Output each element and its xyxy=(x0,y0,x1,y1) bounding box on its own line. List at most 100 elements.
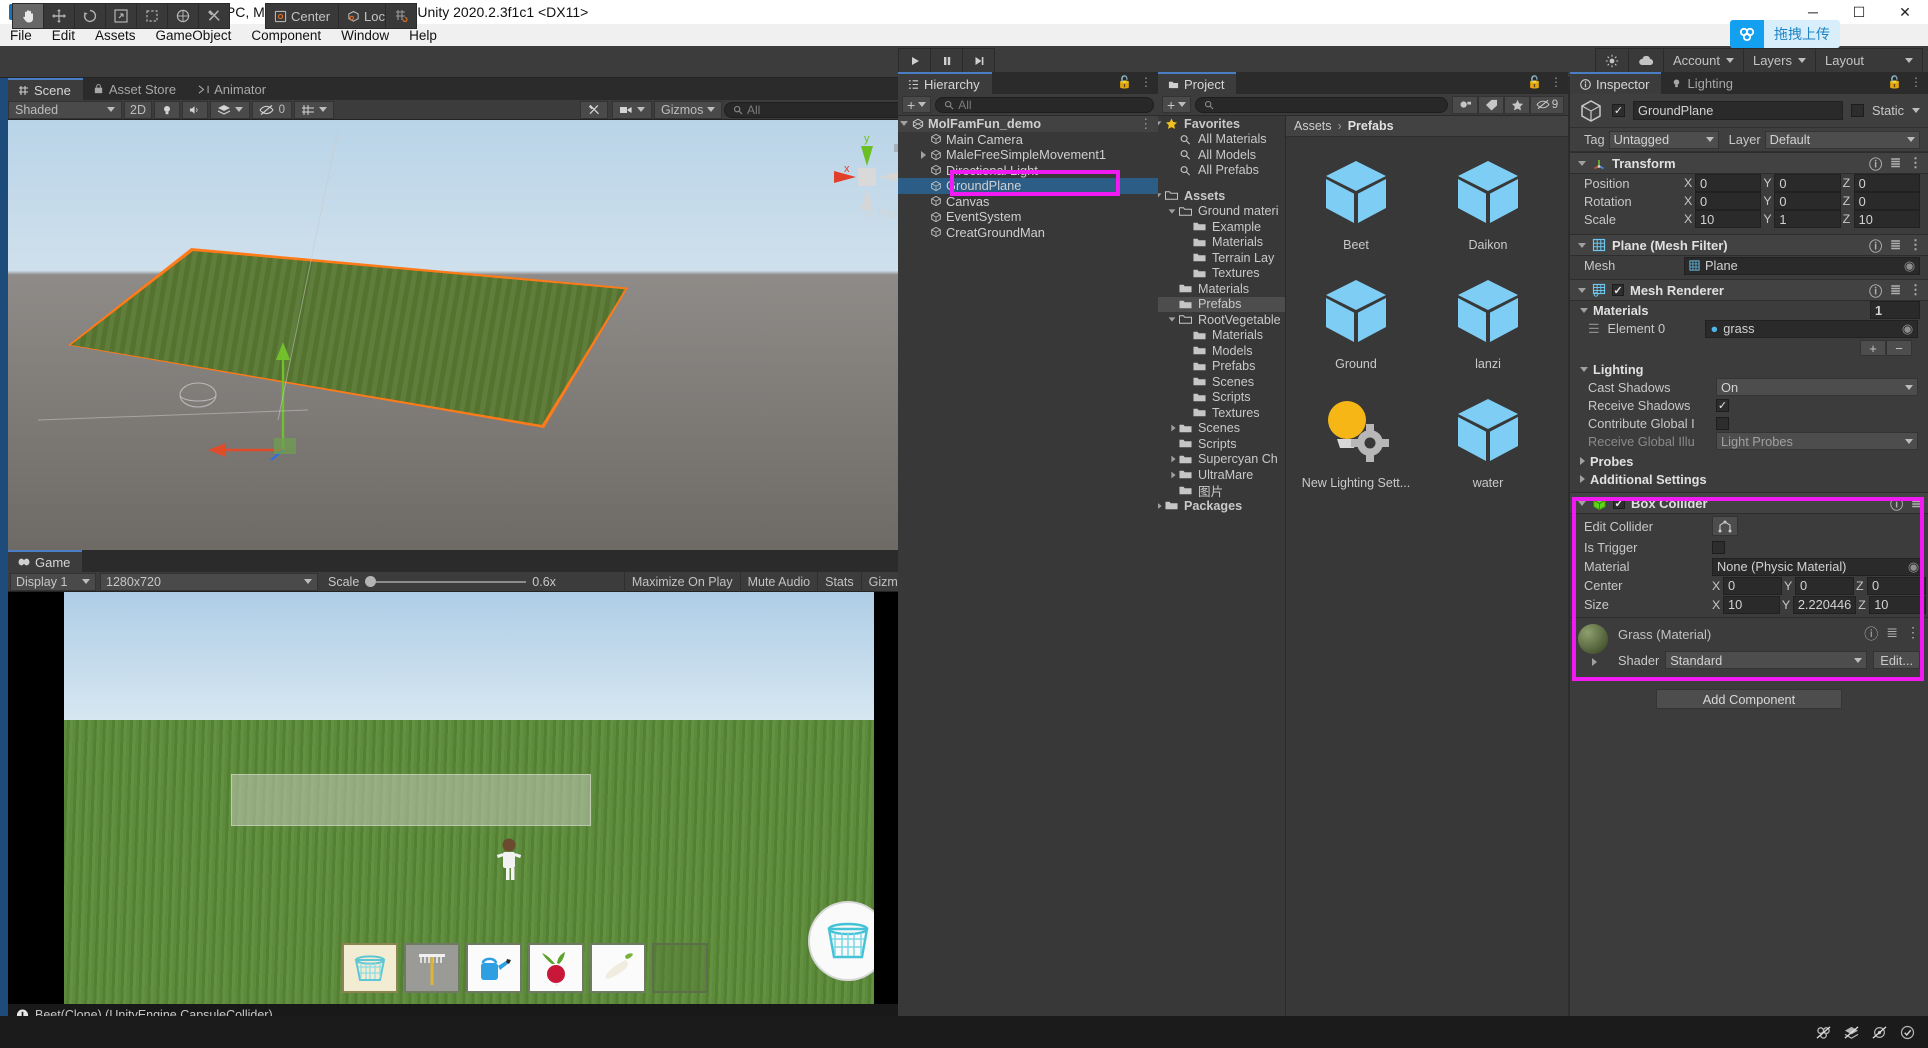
size-x-input[interactable]: 10 xyxy=(1723,595,1780,614)
center-x-input[interactable]: 0 xyxy=(1723,576,1782,595)
scene-hidden-objects-toggle[interactable]: 0 xyxy=(252,100,292,119)
chevron-right-icon[interactable] xyxy=(1580,475,1585,483)
pause-button[interactable] xyxy=(930,48,963,73)
scale-slider[interactable] xyxy=(365,576,527,587)
project-tree-item-supercyan-ch[interactable]: Supercyan Ch xyxy=(1158,452,1285,468)
project-tree-item-图片[interactable]: 图片 xyxy=(1158,483,1285,499)
add-component-button[interactable]: Add Component xyxy=(1656,689,1842,709)
layout-button[interactable]: Layout xyxy=(1815,48,1923,73)
chevron-right-icon[interactable] xyxy=(1158,502,1162,510)
inspector-lock-icon[interactable]: 🔓 xyxy=(1887,75,1902,89)
check-circle-icon[interactable] xyxy=(1894,1021,1920,1043)
chevron-right-icon[interactable] xyxy=(1580,457,1585,465)
position-y-input[interactable]: 0 xyxy=(1774,174,1841,192)
project-tree-item-all-models[interactable]: All Models xyxy=(1158,147,1285,163)
object-name-input[interactable]: GroundPlane xyxy=(1633,101,1843,120)
transform-tool-icon[interactable] xyxy=(167,3,199,29)
hotbar-slot-beet[interactable] xyxy=(528,943,584,993)
rotation-y-input[interactable]: 0 xyxy=(1774,192,1841,210)
project-tree-item-assets[interactable]: Assets xyxy=(1158,188,1285,204)
preset-icon[interactable]: ≣ xyxy=(1890,155,1901,171)
asset-item-ground[interactable]: Ground xyxy=(1290,266,1422,385)
component-menu-icon[interactable]: ⋮ xyxy=(1906,624,1920,644)
mute-audio-button[interactable]: Mute Audio xyxy=(739,571,818,592)
project-tree-item-all-materials[interactable]: All Materials xyxy=(1158,132,1285,148)
project-tree-item-rootvegetable[interactable]: RootVegetable xyxy=(1158,312,1285,328)
hierarchy-item-malefreesimplemovement1[interactable]: MaleFreeSimpleMovement1 xyxy=(898,147,1158,163)
tab-scene[interactable]: Scene xyxy=(8,78,83,100)
breadcrumb-assets[interactable]: Assets xyxy=(1294,119,1332,133)
project-tree-item-textures[interactable]: Textures xyxy=(1158,405,1285,421)
cloud-button-icon[interactable] xyxy=(1627,48,1664,73)
asset-item-daikon[interactable]: Daikon xyxy=(1422,147,1554,266)
size-y-input[interactable]: 2.220446 xyxy=(1792,595,1857,614)
scene-audio-icon[interactable] xyxy=(182,100,208,119)
box-collider-component-header[interactable]: ✓ Box Collider ⓘ ≣ xyxy=(1570,492,1928,514)
chevron-right-icon[interactable] xyxy=(1591,658,1597,666)
play-button[interactable] xyxy=(898,48,931,73)
chevron-down-icon[interactable] xyxy=(1168,317,1176,322)
component-menu-icon[interactable]: ⋮ xyxy=(1909,155,1922,171)
scale-tool-icon[interactable] xyxy=(105,3,137,29)
hierarchy-search-input[interactable]: All xyxy=(935,96,1154,113)
asset-item-new-lighting-sett-[interactable]: New Lighting Sett... xyxy=(1290,385,1422,504)
mesh-renderer-enabled-checkbox[interactable]: ✓ xyxy=(1612,284,1624,297)
project-tree-item-ground-materi[interactable]: Ground materi xyxy=(1158,204,1285,220)
scene-search-input[interactable]: All xyxy=(724,101,924,118)
help-icon[interactable]: ⓘ xyxy=(1869,236,1882,255)
contribute-gi-checkbox[interactable] xyxy=(1716,416,1729,430)
project-tree-item-scripts[interactable]: Scripts xyxy=(1158,390,1285,406)
project-tree-item-packages[interactable]: Packages xyxy=(1158,498,1285,514)
help-icon[interactable]: ⓘ xyxy=(1864,624,1878,644)
layer-dropdown[interactable]: Default xyxy=(1764,130,1920,149)
transform-component-header[interactable]: Transform ⓘ ≣ ⋮ xyxy=(1570,152,1928,174)
edit-collider-button[interactable] xyxy=(1712,516,1738,536)
scale-slider-group[interactable]: Scale 0.6x xyxy=(328,575,556,589)
hierarchy-menu-icon[interactable]: ⋮ xyxy=(1140,75,1152,89)
tab-animator[interactable]: Animator xyxy=(188,78,279,100)
material-add-button[interactable]: + xyxy=(1860,340,1886,356)
scene-lighting-icon[interactable] xyxy=(154,100,180,119)
project-search-input[interactable] xyxy=(1195,96,1448,113)
rotation-x-input[interactable]: 0 xyxy=(1695,192,1762,210)
object-picker-icon[interactable]: ◉ xyxy=(1902,321,1913,337)
scene-viewport[interactable]: x y ≺ Persp xyxy=(8,120,930,550)
tab-lighting[interactable]: Lighting xyxy=(1661,72,1746,94)
inspector-menu-icon[interactable]: ⋮ xyxy=(1910,75,1922,89)
size-z-input[interactable]: 10 xyxy=(1869,595,1926,614)
toggle-2d-button[interactable]: 2D xyxy=(124,100,152,119)
rotation-z-input[interactable]: 0 xyxy=(1853,192,1920,210)
hotbar-slot-watering-can[interactable] xyxy=(466,943,522,993)
favorite-filter-icon[interactable] xyxy=(1504,95,1530,114)
material-remove-button[interactable]: − xyxy=(1886,340,1912,356)
tab-hierarchy[interactable]: Hierarchy xyxy=(898,72,992,94)
project-folder-tree[interactable]: Favorites All Materials All Models All Pref… xyxy=(1158,116,1286,1026)
scene-grid-dropdown[interactable] xyxy=(294,100,334,119)
hotbar-slot-rake[interactable] xyxy=(404,943,460,993)
chevron-right-icon[interactable] xyxy=(921,150,926,159)
chevron-down-icon[interactable] xyxy=(1168,209,1176,214)
asset-item-water[interactable]: water xyxy=(1422,385,1554,504)
mesh-renderer-component-header[interactable]: ✓ Mesh Renderer ⓘ ≣ ⋮ xyxy=(1570,279,1928,301)
chevron-down-icon[interactable] xyxy=(1580,366,1588,372)
chevron-down-icon[interactable] xyxy=(1158,193,1162,198)
chevron-down-icon[interactable] xyxy=(1912,108,1920,113)
lighting-section-header[interactable]: Lighting xyxy=(1570,360,1928,378)
chevron-right-icon[interactable] xyxy=(1171,471,1176,479)
drag-handle-icon[interactable]: ☰ xyxy=(1588,321,1599,337)
chevron-right-icon[interactable] xyxy=(1171,455,1176,463)
project-menu-icon[interactable]: ⋮ xyxy=(1550,75,1562,89)
object-picker-icon[interactable]: ◉ xyxy=(1908,559,1919,575)
pivot-mode-button[interactable]: Center xyxy=(265,3,340,29)
hand-tool-icon[interactable] xyxy=(12,3,44,29)
rect-tool-icon[interactable] xyxy=(136,3,168,29)
preset-icon[interactable]: ≣ xyxy=(1886,624,1898,644)
box-collider-enabled-checkbox[interactable]: ✓ xyxy=(1613,497,1625,510)
project-lock-icon[interactable]: 🔓 xyxy=(1527,75,1542,89)
project-hidden-toggle[interactable]: 9 xyxy=(1530,95,1564,114)
probes-section-header[interactable]: Probes xyxy=(1570,452,1928,470)
chevron-down-icon[interactable] xyxy=(1578,242,1586,248)
scene-fx-dropdown[interactable] xyxy=(210,100,250,119)
resolution-dropdown[interactable]: 1280x720 xyxy=(100,572,318,591)
help-icon[interactable]: ⓘ xyxy=(1890,494,1903,513)
